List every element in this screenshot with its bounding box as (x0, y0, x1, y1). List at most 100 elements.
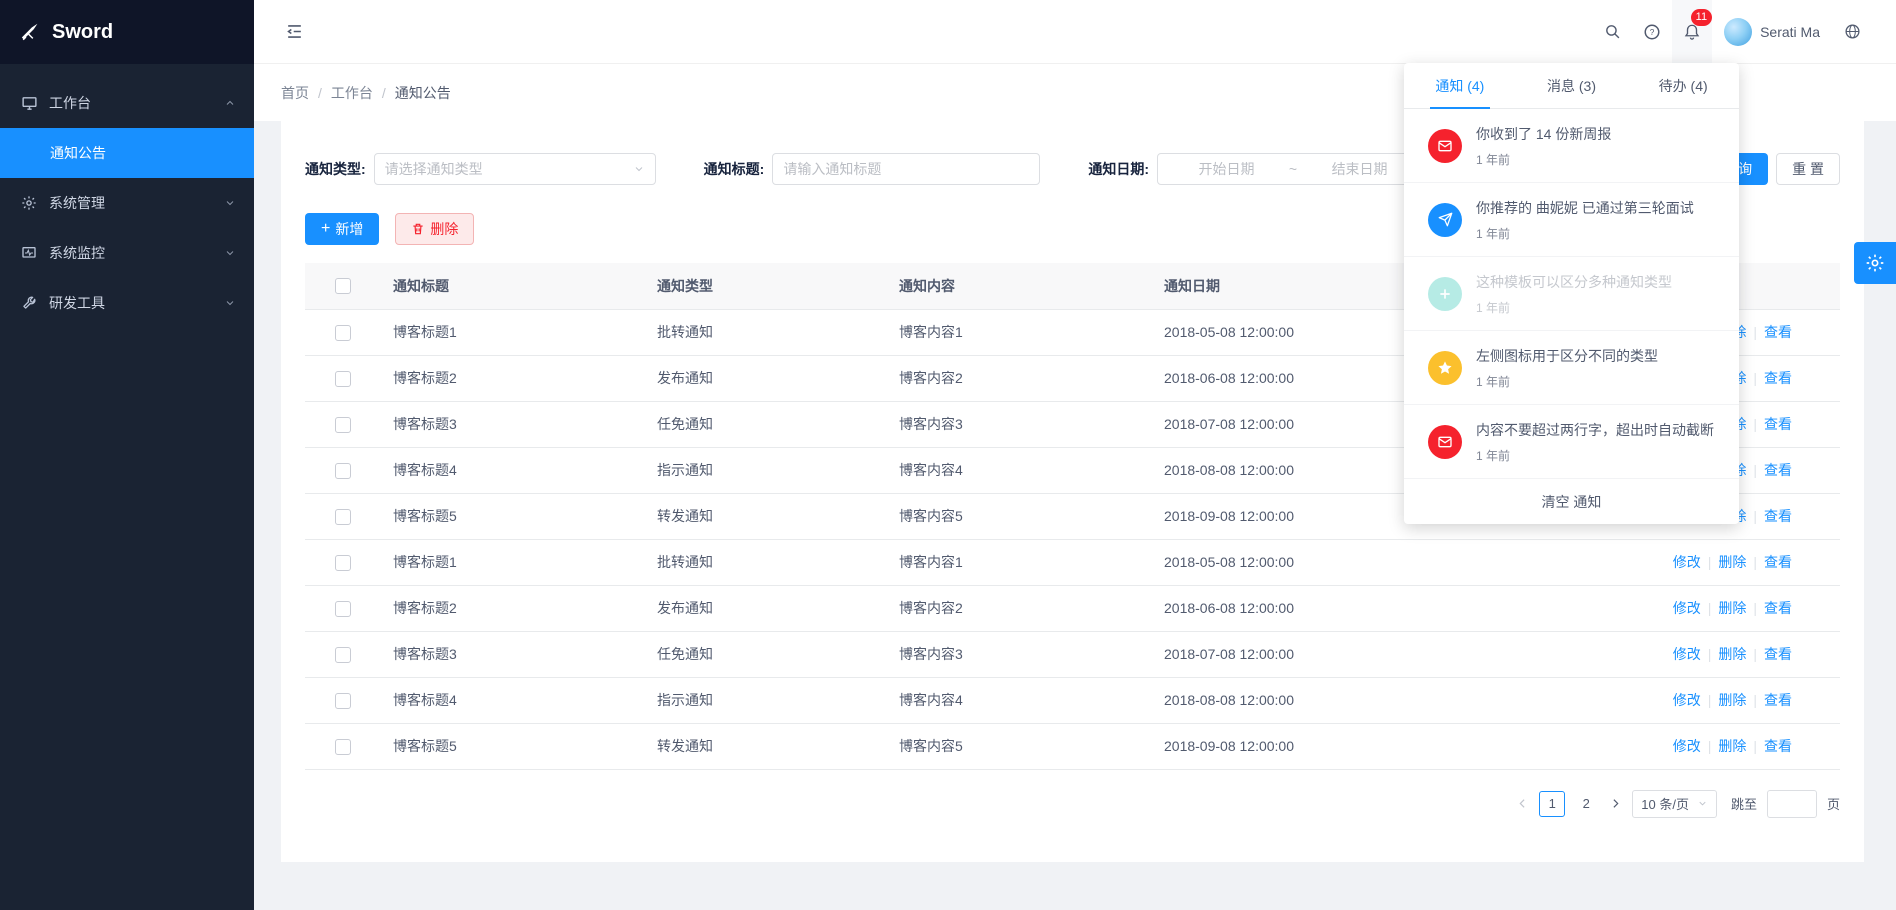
row-checkbox[interactable] (335, 647, 351, 663)
row-checkbox[interactable] (335, 693, 351, 709)
action-delete[interactable]: 删除 (1718, 554, 1746, 570)
next-page-button[interactable] (1609, 797, 1622, 810)
clear-notifications-button[interactable]: 清空 通知 (1404, 479, 1739, 524)
row-checkbox[interactable] (335, 417, 351, 433)
logo[interactable]: Sword (0, 0, 254, 64)
action-delete[interactable]: 删除 (1718, 646, 1746, 662)
jump-page-input[interactable] (1767, 790, 1817, 818)
notice-tab[interactable]: 待办 (4) (1627, 63, 1739, 108)
row-checkbox[interactable] (335, 463, 351, 479)
add-button[interactable]: + 新增 (305, 213, 379, 245)
avatar (1724, 18, 1752, 46)
notification-body: 左侧图标用于区分不同的类型 1 年前 (1476, 346, 1658, 390)
action-delete[interactable]: 删除 (1718, 692, 1746, 708)
action-view[interactable]: 查看 (1764, 600, 1792, 616)
sidebar-item-label: 系统管理 (49, 193, 224, 213)
delete-button[interactable]: 删除 (395, 213, 474, 245)
action-view[interactable]: 查看 (1764, 738, 1792, 754)
page-number[interactable]: 1 (1539, 791, 1565, 817)
select-all-checkbox[interactable] (335, 278, 351, 294)
sidebar-subitem[interactable]: 通知公告 (0, 128, 254, 178)
action-edit[interactable]: 修改 (1673, 600, 1701, 616)
action-separator: | (1753, 324, 1757, 340)
cell-type: 任免通知 (645, 631, 887, 677)
type-filter-select[interactable]: 请选择通知类型 (374, 153, 656, 185)
row-select-cell (305, 723, 381, 769)
breadcrumb-item[interactable]: 首页 (281, 83, 309, 103)
cell-title: 博客标题1 (381, 309, 645, 355)
notification-item[interactable]: 内容不要超过两行字，超出时自动截断1 年前 (1404, 405, 1739, 479)
title-filter-input[interactable] (772, 153, 1040, 185)
plus-icon: + (321, 221, 330, 237)
search-icon[interactable] (1592, 0, 1632, 64)
cell-type: 发布通知 (645, 585, 887, 631)
settings-button[interactable] (1854, 242, 1896, 284)
row-actions: 修改|删除|查看 (1582, 539, 1840, 585)
help-icon[interactable]: ? (1632, 0, 1672, 64)
action-delete[interactable]: 删除 (1718, 600, 1746, 616)
action-view[interactable]: 查看 (1764, 508, 1792, 524)
sidebar-item[interactable]: 系统管理 (0, 178, 254, 228)
type-filter-label: 通知类型: (305, 159, 366, 179)
app-title: Sword (52, 21, 113, 44)
notice-tab[interactable]: 通知 (4) (1404, 63, 1516, 108)
cell-content: 博客内容1 (887, 539, 1152, 585)
table-row: 博客标题2发布通知博客内容22018-06-08 12:00:00修改|删除|查… (305, 585, 1840, 631)
action-view[interactable]: 查看 (1764, 646, 1792, 662)
row-actions: 修改|删除|查看 (1582, 585, 1840, 631)
user-menu[interactable]: Serati Ma (1712, 0, 1832, 64)
action-view[interactable]: 查看 (1764, 370, 1792, 386)
notice-tab[interactable]: 消息 (3) (1516, 63, 1628, 108)
breadcrumb-item[interactable]: 工作台 (331, 83, 373, 103)
notification-item[interactable]: 你收到了 14 份新周报1 年前 (1404, 109, 1739, 183)
date-start-placeholder: 开始日期 (1168, 159, 1285, 179)
topbar-actions: ? 11 Serati Ma (1592, 0, 1872, 64)
row-checkbox[interactable] (335, 371, 351, 387)
action-edit[interactable]: 修改 (1673, 646, 1701, 662)
notification-time: 1 年前 (1476, 373, 1658, 390)
row-checkbox[interactable] (335, 555, 351, 571)
action-separator: | (1708, 600, 1712, 616)
row-select-cell (305, 355, 381, 401)
row-actions: 修改|删除|查看 (1582, 631, 1840, 677)
action-edit[interactable]: 修改 (1673, 738, 1701, 754)
notification-item[interactable]: 左侧图标用于区分不同的类型 1 年前 (1404, 331, 1739, 405)
sidebar-item[interactable]: 研发工具 (0, 278, 254, 328)
notifications-bell-icon[interactable]: 11 (1672, 0, 1712, 64)
sidebar-item[interactable]: 工作台 (0, 78, 254, 128)
topbar: ? 11 Serati Ma (254, 0, 1896, 64)
sidebar-item[interactable]: 系统监控 (0, 228, 254, 278)
date-range-picker[interactable]: 开始日期 ~ 结束日期 (1157, 153, 1429, 185)
user-name: Serati Ma (1760, 24, 1820, 40)
action-edit[interactable]: 修改 (1673, 554, 1701, 570)
action-view[interactable]: 查看 (1764, 692, 1792, 708)
language-globe-icon[interactable] (1832, 0, 1872, 64)
sidebar-collapse-icon[interactable] (278, 16, 310, 48)
row-checkbox[interactable] (335, 739, 351, 755)
reset-button[interactable]: 重 置 (1776, 153, 1840, 185)
cell-title: 博客标题3 (381, 401, 645, 447)
action-separator: | (1753, 738, 1757, 754)
breadcrumb-separator: / (382, 85, 386, 101)
action-view[interactable]: 查看 (1764, 416, 1792, 432)
action-view[interactable]: 查看 (1764, 554, 1792, 570)
row-checkbox[interactable] (335, 325, 351, 341)
notification-title: 左侧图标用于区分不同的类型 (1476, 346, 1658, 366)
row-select-cell (305, 539, 381, 585)
action-view[interactable]: 查看 (1764, 462, 1792, 478)
action-separator: | (1753, 370, 1757, 386)
action-edit[interactable]: 修改 (1673, 692, 1701, 708)
row-checkbox[interactable] (335, 509, 351, 525)
action-delete[interactable]: 删除 (1718, 738, 1746, 754)
jump-suffix: 页 (1827, 794, 1840, 813)
cell-title: 博客标题5 (381, 723, 645, 769)
row-checkbox[interactable] (335, 601, 351, 617)
prev-page-button[interactable] (1516, 797, 1529, 810)
action-view[interactable]: 查看 (1764, 324, 1792, 340)
notification-item[interactable]: 你推荐的 曲妮妮 已通过第三轮面试1 年前 (1404, 183, 1739, 257)
notification-item[interactable]: 这种模板可以区分多种通知类型1 年前 (1404, 257, 1739, 331)
page-number[interactable]: 2 (1573, 791, 1599, 817)
page-size-select[interactable]: 10 条/页 (1632, 790, 1717, 818)
table-row: 博客标题1批转通知博客内容12018-05-08 12:00:00修改|删除|查… (305, 539, 1840, 585)
page-size-value: 10 条/页 (1641, 794, 1689, 813)
